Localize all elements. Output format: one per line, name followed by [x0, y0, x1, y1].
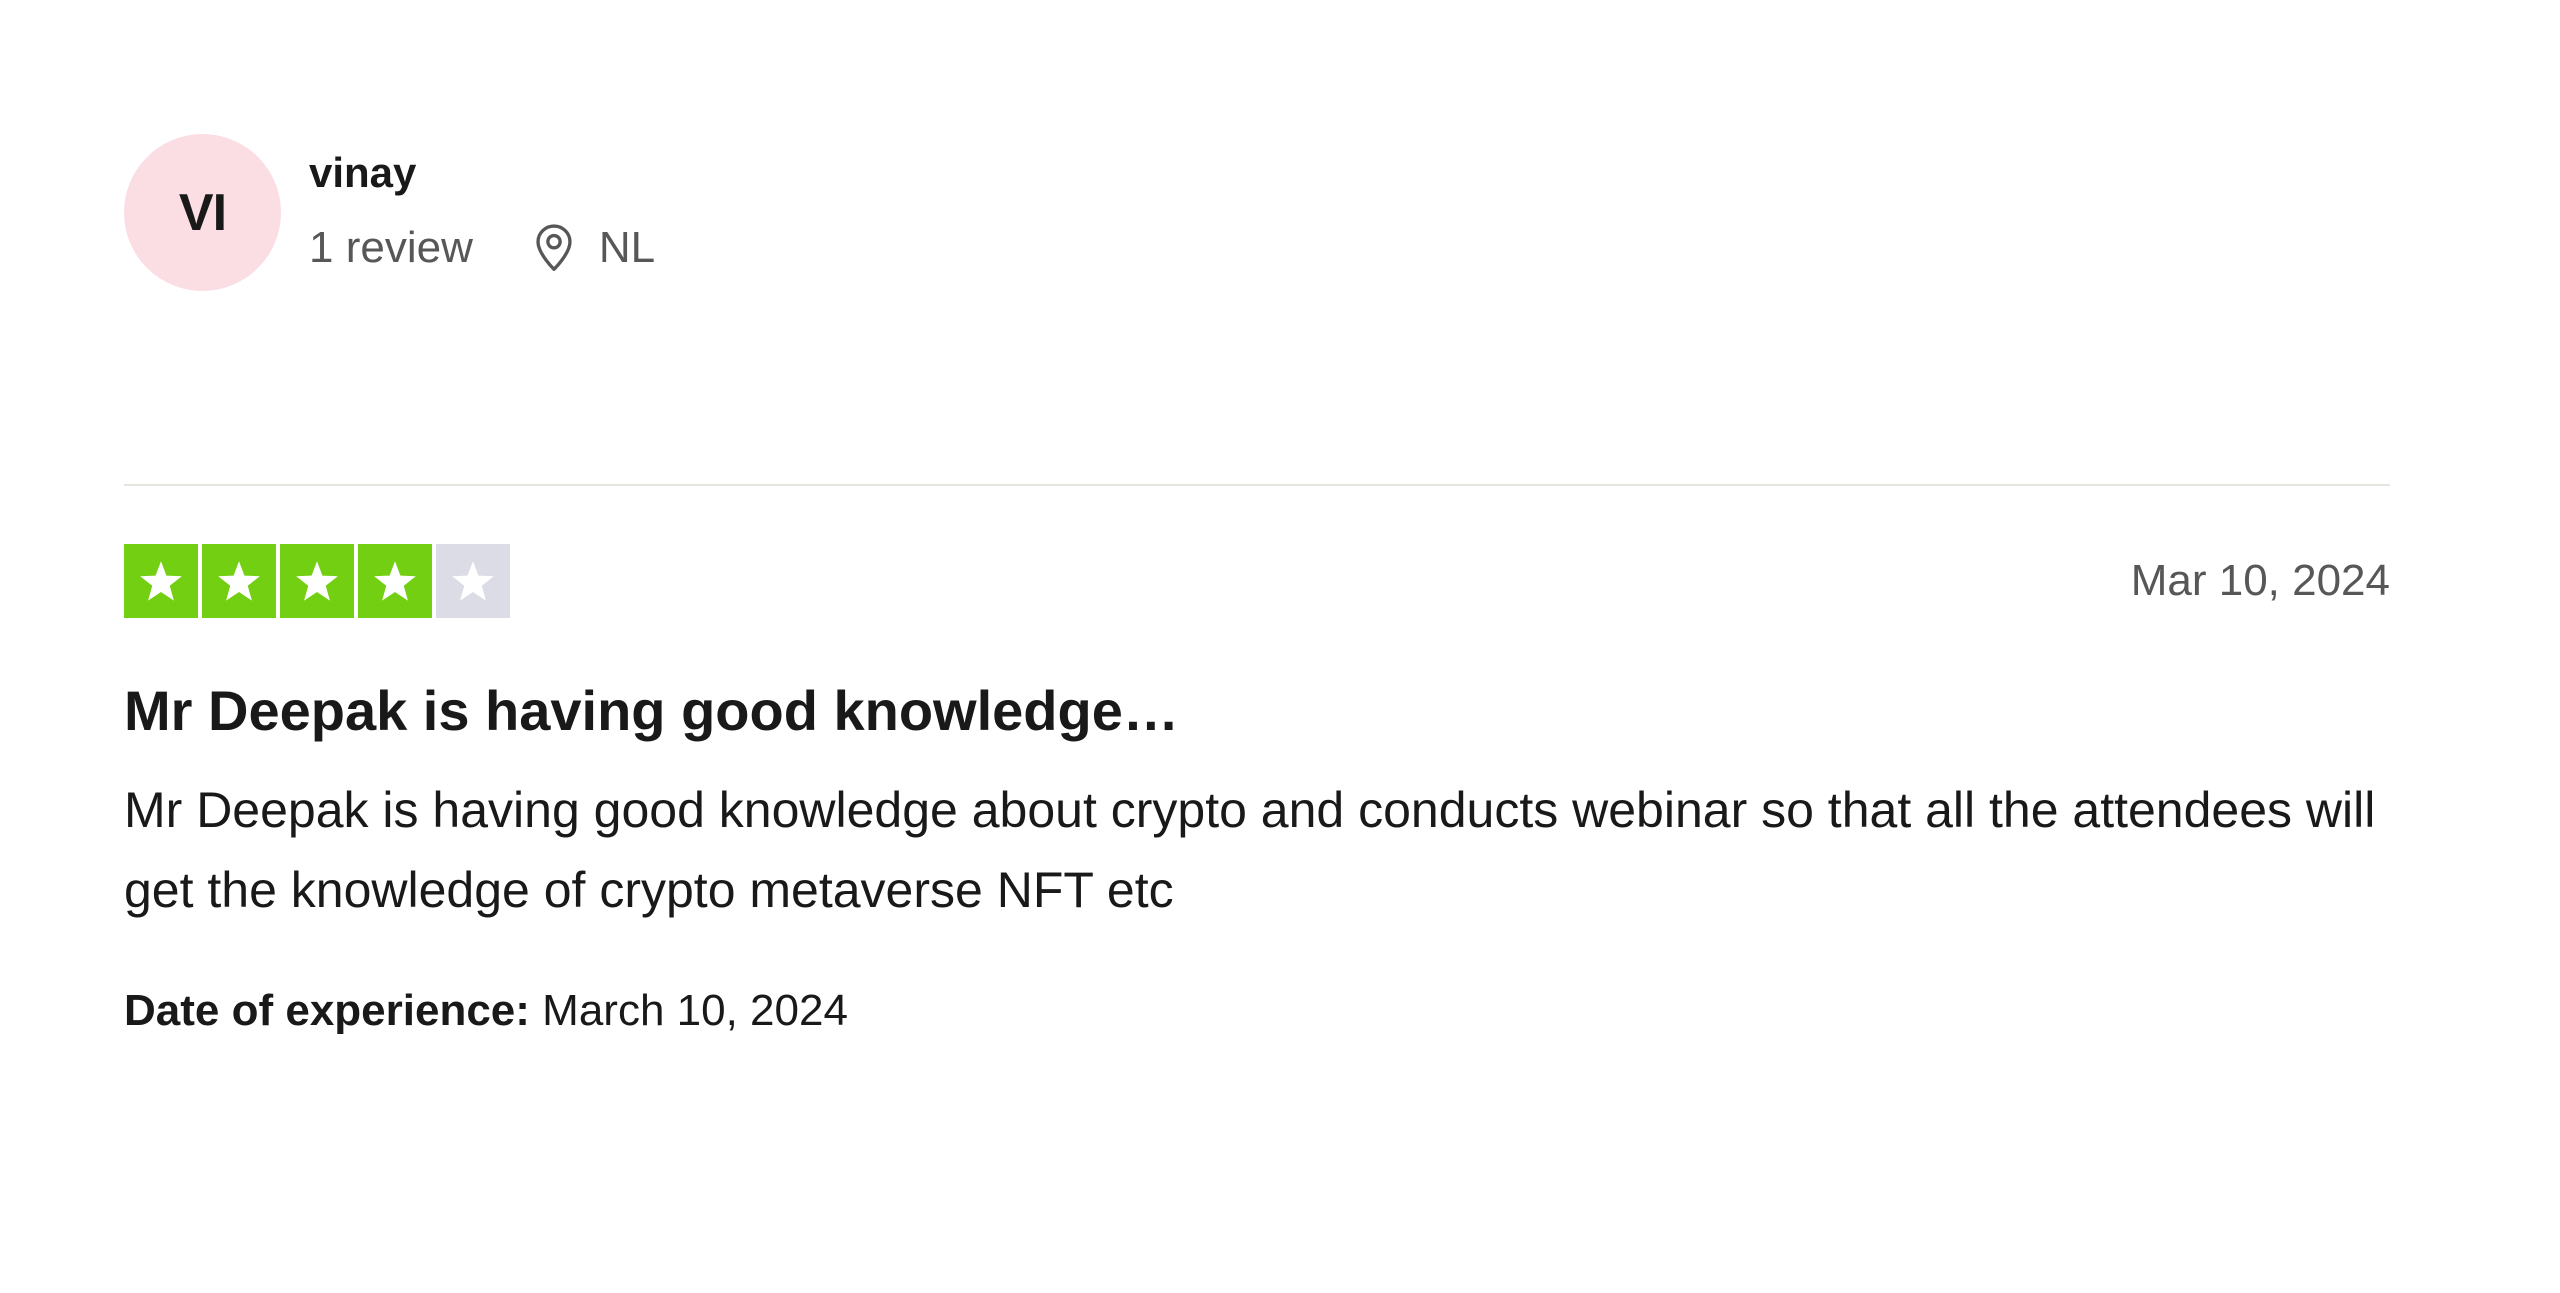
location-pin-icon	[536, 224, 572, 272]
star-icon	[140, 561, 182, 601]
star-empty	[436, 544, 510, 618]
review-card: VI vinay 1 review NL Mar 10, 2024 Mr Dee…	[124, 134, 2390, 1036]
review-title[interactable]: Mr Deepak is having good knowledge…	[124, 680, 2390, 742]
date-of-experience: Date of experience: March 10, 2024	[124, 986, 2390, 1036]
star-filled	[202, 544, 276, 618]
location-text: NL	[598, 223, 656, 272]
star-icon	[296, 561, 338, 601]
avatar[interactable]: VI	[124, 134, 281, 291]
star-icon	[374, 561, 416, 601]
star-filled	[124, 544, 198, 618]
consumer-info: VI vinay 1 review NL	[124, 134, 2390, 294]
star-icon	[218, 561, 260, 601]
review-date: Mar 10, 2024	[2130, 556, 2390, 605]
star-rating	[124, 544, 510, 618]
star-filled	[280, 544, 354, 618]
rating-row: Mar 10, 2024	[124, 544, 2390, 618]
consumer-details: vinay 1 review NL	[309, 134, 655, 274]
consumer-meta: 1 review NL	[309, 222, 655, 274]
divider	[124, 484, 2390, 486]
consumer-location: NL	[531, 222, 655, 274]
experience-date: March 10, 2024	[542, 985, 848, 1035]
review-body: Mr Deepak is having good knowledge about…	[124, 781, 2376, 918]
consumer-name[interactable]: vinay	[309, 152, 655, 194]
star-icon	[452, 561, 494, 601]
experience-label: Date of experience:	[124, 985, 530, 1035]
review-count: 1 review	[309, 223, 473, 272]
star-filled	[358, 544, 432, 618]
